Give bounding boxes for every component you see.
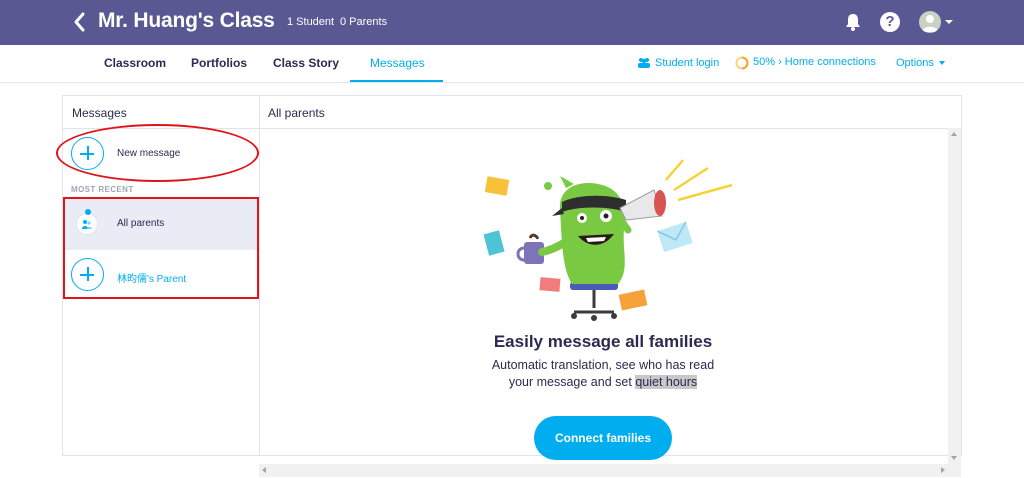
class-title[interactable]: Mr. Huang's Class <box>98 9 275 33</box>
chevron-down-icon[interactable] <box>945 20 953 24</box>
help-icon[interactable]: ? <box>880 12 900 32</box>
student-login-link[interactable]: Student login <box>637 57 719 69</box>
tab-messages[interactable]: Messages <box>370 56 425 70</box>
active-tab-indicator <box>350 80 443 82</box>
tab-classroom[interactable]: Classroom <box>104 56 166 70</box>
student-login-label: Student login <box>655 57 720 69</box>
options-label: Options <box>896 57 934 69</box>
parent-count[interactable]: 0 Parents <box>340 16 387 28</box>
scroll-up-icon[interactable] <box>951 132 957 136</box>
scroll-left-icon[interactable] <box>262 467 266 473</box>
section-label: MOST RECENT <box>71 185 134 194</box>
empty-state-description: Automatic translation, see who has read … <box>490 357 716 391</box>
back-arrow-icon[interactable] <box>72 11 88 33</box>
vertical-scrollbar[interactable] <box>948 128 961 464</box>
student-count[interactable]: 1 Student <box>287 16 334 28</box>
quiet-hours-highlight: quiet hours <box>635 375 698 389</box>
options-menu[interactable]: Options <box>896 57 945 69</box>
home-connections-label: 50% › Home connections <box>753 56 876 68</box>
horizontal-scrollbar[interactable] <box>259 464 961 477</box>
progress-ring-icon <box>735 56 749 70</box>
students-icon <box>638 58 650 68</box>
scroll-right-icon[interactable] <box>941 467 945 473</box>
empty-state-title: Easily message all families <box>493 332 713 351</box>
class-nav: Classroom Portfolios Class Story Message… <box>0 45 1024 83</box>
avatar[interactable] <box>919 11 941 33</box>
monster-megaphone-illustration <box>483 159 733 321</box>
thread-title: All parents <box>260 96 961 129</box>
connect-families-button[interactable]: Connect families <box>534 416 672 460</box>
tab-portfolios[interactable]: Portfolios <box>191 56 247 70</box>
annotation-ellipse <box>56 124 259 182</box>
home-connections-link[interactable]: 50% › Home connections <box>735 56 876 70</box>
chevron-down-icon <box>938 61 945 66</box>
top-header: Mr. Huang's Class 1 Student 0 Parents ? <box>0 0 1024 45</box>
annotation-rectangle <box>63 197 259 299</box>
scroll-down-icon[interactable] <box>951 456 957 460</box>
tab-class-story[interactable]: Class Story <box>273 56 339 70</box>
bell-icon[interactable] <box>843 12 863 32</box>
